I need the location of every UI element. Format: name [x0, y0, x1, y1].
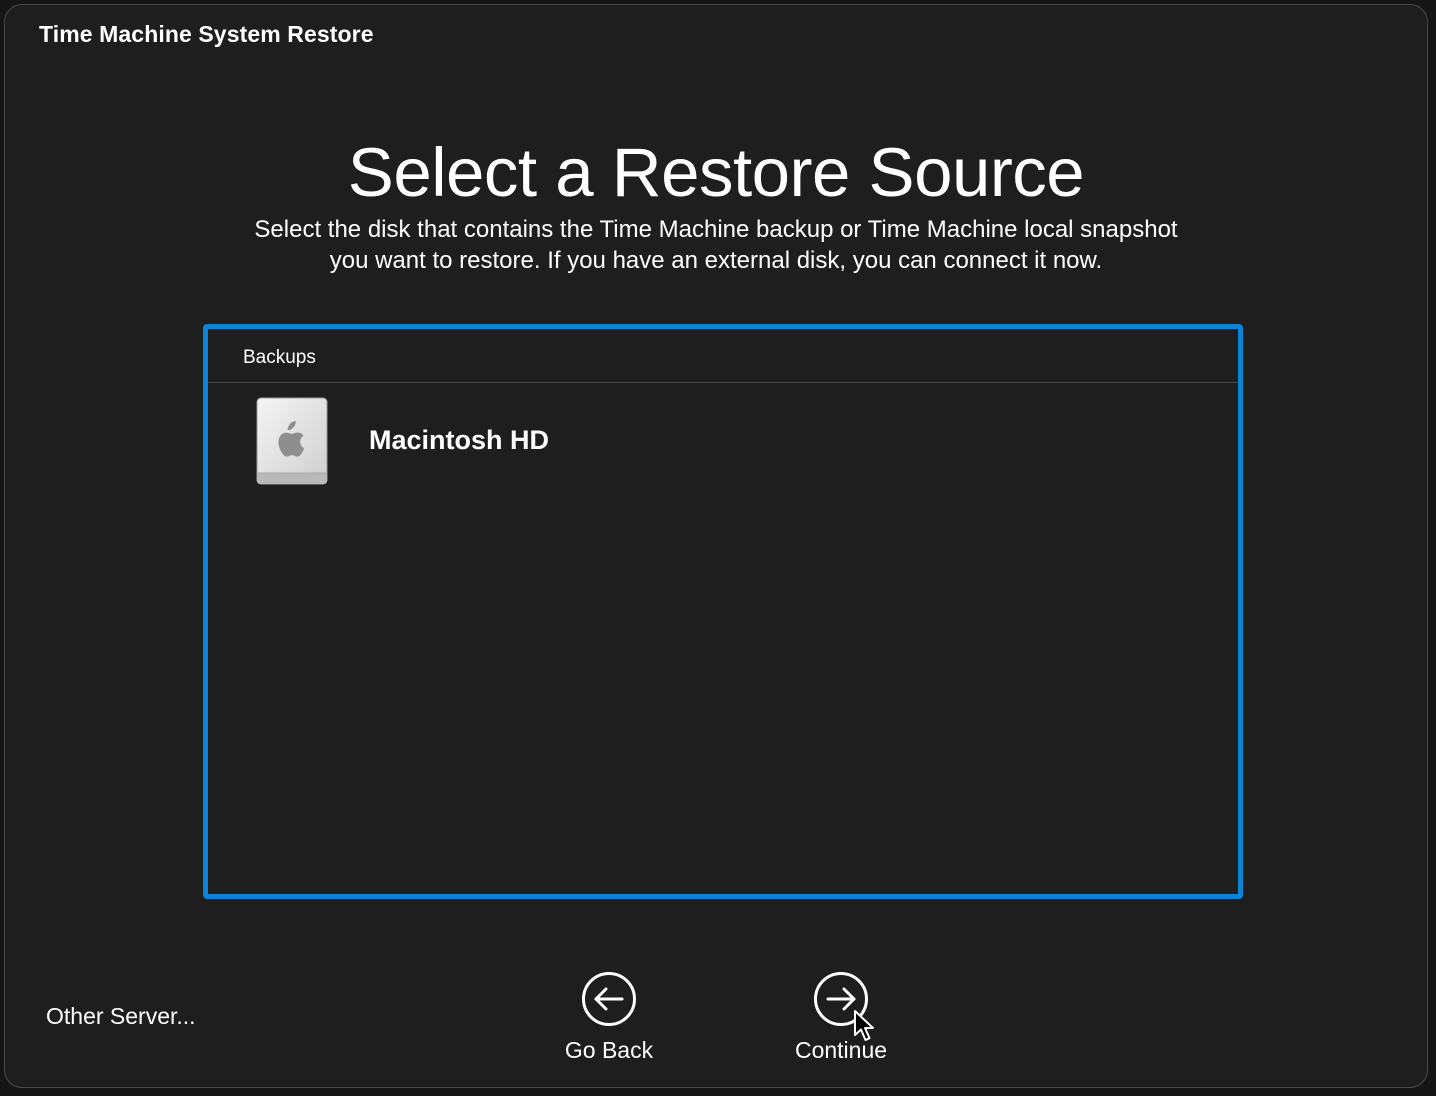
backups-list[interactable]: Backups Macintosh HD [203, 324, 1243, 899]
subtitle-line-1: Select the disk that contains the Time M… [254, 216, 1178, 243]
continue-button[interactable]: Continue [771, 971, 911, 1071]
list-item-label: Macintosh HD [369, 425, 550, 455]
page-subtitle: Select the disk that contains the Time M… [155, 214, 1277, 276]
go-back-label: Go Back [564, 1037, 654, 1063]
backups-list-header: Backups [208, 329, 1238, 383]
go-back-button[interactable]: Go Back [539, 971, 679, 1071]
page-title: Select a Restore Source [347, 134, 1085, 211]
backups-header-label: Backups [243, 347, 316, 368]
internal-disk-icon [256, 397, 328, 485]
continue-label: Continue [794, 1037, 888, 1063]
window-title: Time Machine System Restore [39, 21, 374, 47]
arrow-left-circle-icon [539, 971, 679, 1027]
subtitle-line-2: you want to restore. If you have an exte… [329, 247, 1103, 274]
arrow-right-circle-icon [771, 971, 911, 1027]
other-server-button[interactable]: Other Server... [46, 1003, 196, 1030]
mouse-pointer-icon [853, 1009, 877, 1050]
list-item-macintosh-hd[interactable]: Macintosh HD [208, 383, 1238, 493]
restore-window: Time Machine System Restore Select a Res… [4, 4, 1428, 1088]
